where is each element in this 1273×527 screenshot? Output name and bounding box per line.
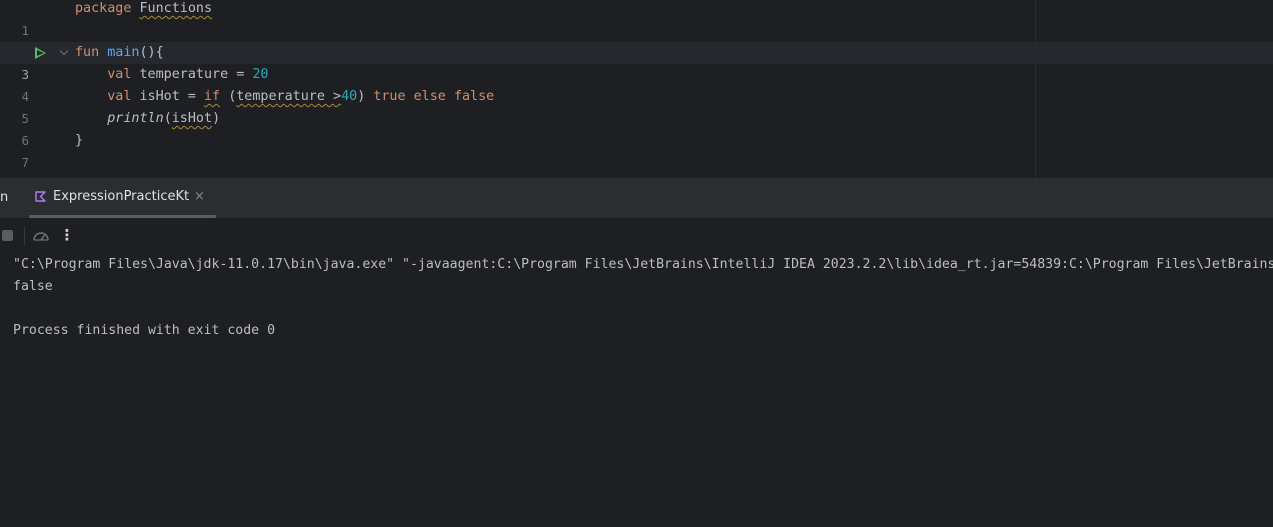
fold-chevron-icon[interactable] <box>59 46 69 56</box>
condition-expression: temperature > <box>236 89 342 104</box>
code-line-5[interactable]: 5 val isHot = if (temperature >40) true … <box>0 86 1273 126</box>
line-number: 7 <box>21 155 29 170</box>
function-call: println <box>107 111 164 126</box>
code-text: ) <box>357 89 366 104</box>
clipped-tab-label[interactable]: n <box>0 190 8 205</box>
else-keyword: else <box>413 89 446 104</box>
toolbar-divider <box>24 227 25 245</box>
code-line-7[interactable]: 7 } <box>0 130 1273 170</box>
code-text: } <box>75 133 84 148</box>
console-output[interactable]: "C:\Program Files\Java\jdk-11.0.17\bin\j… <box>0 253 1273 527</box>
console-line: false <box>13 279 53 294</box>
keyword: val <box>107 89 132 104</box>
run-icon[interactable] <box>35 47 46 59</box>
close-icon[interactable]: × <box>194 189 205 204</box>
run-tool-window-header: n ExpressionPracticeKt × <box>0 178 1273 219</box>
package-name: Functions <box>139 1 213 16</box>
run-tab-label: ExpressionPracticeKt <box>53 189 190 204</box>
active-tab-indicator <box>29 215 216 218</box>
keyword: package <box>75 1 132 16</box>
run-tab[interactable]: ExpressionPracticeKt × <box>29 178 216 218</box>
kotlin-icon <box>35 191 46 202</box>
variable-name: isHot <box>139 89 180 104</box>
code-line-2[interactable]: 2 <box>0 20 1273 60</box>
console-line: "C:\Program Files\Java\jdk-11.0.17\bin\j… <box>13 257 1273 272</box>
false-keyword: false <box>453 89 495 104</box>
performance-icon[interactable] <box>32 228 50 244</box>
code-text: ( <box>163 111 172 126</box>
code-line-1[interactable]: 1 package Functions <box>0 0 1273 38</box>
code-text: temperature = <box>139 67 253 82</box>
true-keyword: true <box>373 89 406 104</box>
keyword: val <box>107 67 132 82</box>
code-line-3[interactable]: 3 fun main(){ <box>0 42 1273 82</box>
code-line-6[interactable]: 6 println(isHot) <box>0 108 1273 148</box>
if-keyword: if <box>204 89 221 104</box>
argument: isHot <box>171 111 213 126</box>
keyword: fun <box>75 45 100 60</box>
console-line: Process finished with exit code 0 <box>13 323 276 338</box>
number-literal: 20 <box>252 67 269 82</box>
code-line-4[interactable]: 4 val temperature = 20 <box>0 64 1273 104</box>
run-toolbar: ⋮ <box>0 219 1273 253</box>
code-text: (){ <box>139 45 164 60</box>
more-options-icon[interactable]: ⋮ <box>58 225 76 245</box>
code-text: ) <box>212 111 221 126</box>
function-name: main <box>107 45 140 60</box>
stop-icon[interactable] <box>2 230 13 241</box>
number-literal: 40 <box>341 89 358 104</box>
code-text: = <box>179 89 204 104</box>
code-editor[interactable]: 1 package Functions 2 3 fun main(){ 4 va… <box>0 0 1273 178</box>
